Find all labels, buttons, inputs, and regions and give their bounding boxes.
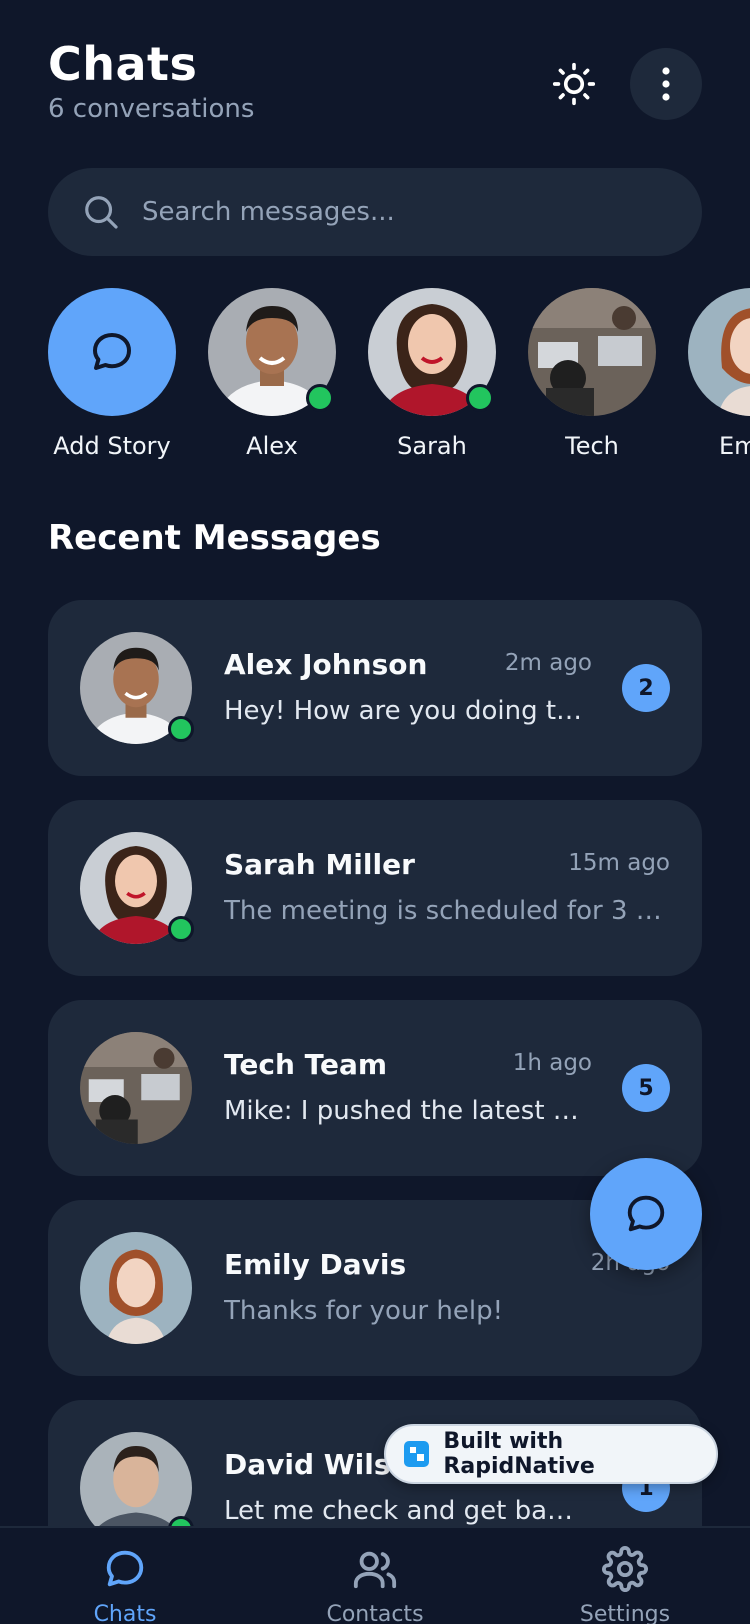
contact-name: Alex Johnson bbox=[224, 648, 428, 681]
online-indicator bbox=[306, 384, 334, 412]
avatar[interactable] bbox=[528, 288, 656, 416]
chat-item-sarah-miller[interactable]: Sarah Miller 15m ago The meeting is sche… bbox=[48, 800, 702, 976]
story-label: Sarah bbox=[397, 432, 467, 460]
recent-messages-title: Recent Messages bbox=[48, 518, 381, 558]
contact-name: Tech Team bbox=[224, 1048, 388, 1081]
avatar bbox=[80, 632, 194, 744]
bottom-nav: Chats Contacts Settings bbox=[0, 1526, 750, 1624]
message-preview: The meeting is scheduled for 3 PM tomorr… bbox=[224, 896, 670, 926]
add-story-item[interactable]: Add Story bbox=[48, 288, 176, 460]
story-label: Emily bbox=[718, 432, 750, 460]
nav-label: Chats bbox=[93, 1602, 157, 1624]
unread-badge: 2 bbox=[622, 664, 670, 712]
story-item-sarah[interactable]: Sarah bbox=[368, 288, 496, 460]
avatar[interactable] bbox=[688, 288, 750, 416]
avatar[interactable] bbox=[208, 288, 336, 416]
message-preview: Mike: I pushed the latest changes bbox=[224, 1096, 584, 1126]
story-label: Alex bbox=[246, 432, 298, 460]
avatar[interactable] bbox=[368, 288, 496, 416]
gear-icon bbox=[602, 1546, 648, 1592]
add-story-button[interactable] bbox=[48, 288, 176, 416]
sun-icon bbox=[552, 62, 596, 106]
story-label: Add Story bbox=[53, 432, 171, 460]
avatar bbox=[80, 1032, 192, 1144]
avatar bbox=[80, 832, 194, 944]
avatar bbox=[80, 1232, 192, 1344]
nav-label: Contacts bbox=[326, 1602, 424, 1624]
chat-bubble-icon bbox=[93, 333, 131, 370]
chat-item-tech-team[interactable]: Tech Team 1h ago Mike: I pushed the late… bbox=[48, 1000, 702, 1176]
message-time: 2m ago bbox=[504, 650, 592, 676]
story-item-alex[interactable]: Alex bbox=[208, 288, 336, 460]
tech-avatar-image bbox=[80, 1032, 192, 1144]
header: Chats 6 conversations bbox=[48, 36, 702, 136]
rapidnative-logo-icon bbox=[404, 1441, 430, 1467]
nav-label: Settings bbox=[579, 1602, 671, 1624]
header-actions bbox=[538, 48, 702, 120]
nav-chats[interactable]: Chats bbox=[45, 1546, 205, 1624]
search-bar[interactable] bbox=[48, 168, 702, 256]
users-icon bbox=[353, 1551, 397, 1589]
more-vertical-icon bbox=[662, 67, 670, 101]
contact-name: Sarah Miller bbox=[224, 848, 415, 881]
chat-item-alex-johnson[interactable]: Alex Johnson 2m ago Hey! How are you doi… bbox=[48, 600, 702, 776]
emily-avatar-image bbox=[80, 1232, 192, 1344]
online-indicator bbox=[466, 384, 494, 412]
message-preview: Thanks for your help! bbox=[224, 1296, 504, 1326]
search-input[interactable] bbox=[142, 197, 662, 227]
message-time: 15m ago bbox=[568, 850, 670, 876]
new-chat-fab[interactable] bbox=[590, 1158, 702, 1270]
message-preview: Hey! How are you doing today? bbox=[224, 696, 584, 726]
tech-avatar-image bbox=[528, 288, 656, 416]
stories-row: Add Story Alex Sarah Tech Em bbox=[48, 288, 750, 468]
built-with-label: Built with RapidNative bbox=[443, 1429, 595, 1479]
online-indicator bbox=[168, 916, 194, 942]
story-item-emily[interactable]: Emily bbox=[688, 288, 750, 460]
chat-bubble-icon bbox=[627, 1195, 665, 1232]
built-with-badge[interactable]: Built with RapidNative bbox=[384, 1424, 718, 1484]
unread-badge: 5 bbox=[622, 1064, 670, 1112]
theme-toggle-button[interactable] bbox=[538, 48, 610, 120]
emily-avatar-image bbox=[688, 288, 750, 416]
search-icon bbox=[85, 196, 118, 229]
contact-name: Emily Davis bbox=[224, 1248, 407, 1281]
story-label: Tech bbox=[565, 432, 619, 460]
message-time: 1h ago bbox=[512, 1050, 592, 1076]
online-indicator bbox=[168, 716, 194, 742]
nav-contacts[interactable]: Contacts bbox=[295, 1546, 455, 1624]
story-item-tech[interactable]: Tech bbox=[528, 288, 656, 460]
nav-settings[interactable]: Settings bbox=[545, 1546, 705, 1624]
chat-bubble-icon bbox=[106, 1550, 144, 1587]
message-preview: Let me check and get back to you bbox=[224, 1496, 584, 1526]
more-options-button[interactable] bbox=[630, 48, 702, 120]
